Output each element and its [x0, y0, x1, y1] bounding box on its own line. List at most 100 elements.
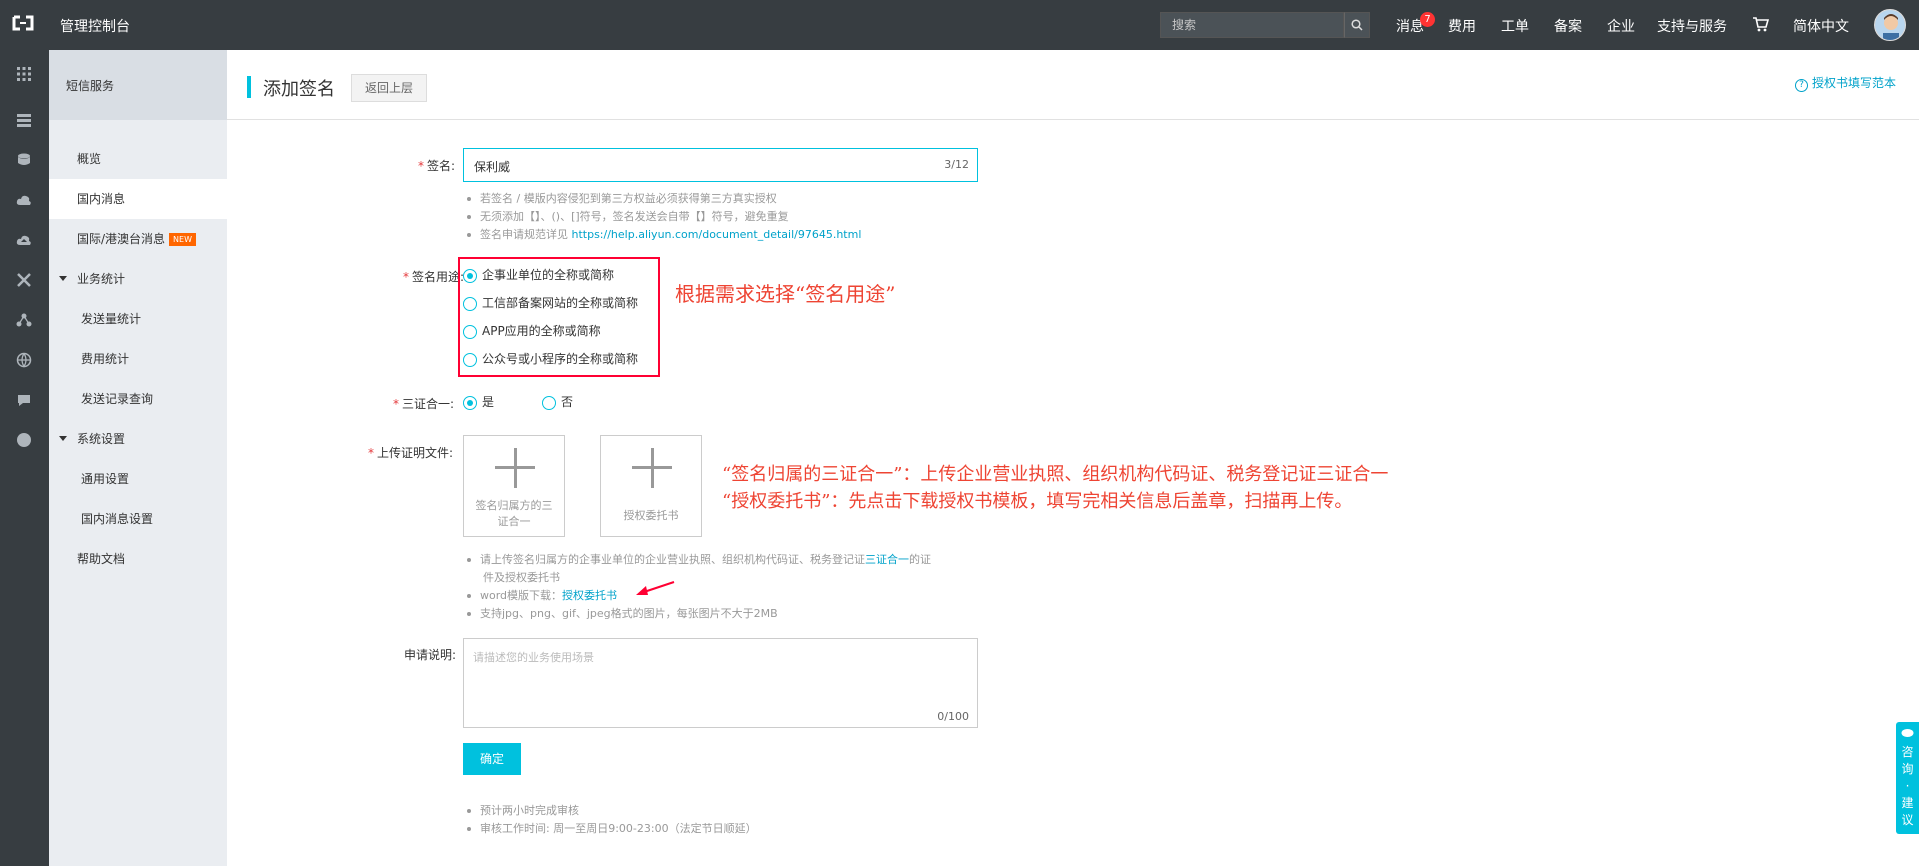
- search-box[interactable]: [1160, 12, 1344, 38]
- usage-option-official-account[interactable]: 公众号或小程序的全称或简称: [463, 350, 638, 367]
- page-title: 添加签名: [263, 79, 335, 100]
- menu-item-label: 帮助文档: [77, 552, 126, 566]
- description-placeholder: 请描述您的业务使用场景: [473, 651, 594, 664]
- usage-label: * 签名用途:: [403, 268, 464, 285]
- description-char-count: 0/100: [937, 710, 969, 723]
- radio-selected-icon[interactable]: [463, 268, 477, 283]
- cart-icon[interactable]: [1752, 16, 1769, 32]
- spec-link[interactable]: https://help.aliyun.com/document_detail/…: [572, 228, 862, 241]
- menu-item-send-records[interactable]: 发送记录查询: [49, 379, 227, 419]
- upload-annotation-1: “签名归属的三证合一”：上传企业营业执照、组织机构代码证、税务登记证三证合一: [722, 464, 1389, 485]
- signature-char-count: 3/12: [944, 158, 969, 171]
- upload-label: * 上传证明文件:: [368, 444, 453, 461]
- console-title[interactable]: 管理控制台: [60, 16, 130, 36]
- plus-icon: [651, 448, 654, 488]
- confirm-button[interactable]: 确定: [463, 743, 521, 775]
- upload-hint-1: 请上传签名归属方的企事业单位的企业营业执照、组织机构代码证、税务登记证三证合一的…: [467, 551, 931, 567]
- product-icon-strip: [0, 50, 49, 866]
- radio-label: APP应用的全称或简称: [482, 324, 601, 338]
- hint-text: 请上传签名归属方的企事业单位的企业营业执照、组织机构代码证、税务登记证: [480, 553, 865, 566]
- menu-item-general-settings[interactable]: 通用设置: [49, 459, 227, 499]
- signature-input[interactable]: 保利威 3/12: [463, 148, 978, 182]
- apps-grid-icon[interactable]: [16, 66, 32, 82]
- menu-item-label: 概览: [77, 152, 102, 166]
- tools-icon[interactable]: [16, 272, 32, 288]
- upload-authorization[interactable]: 授权委托书: [600, 435, 702, 537]
- hint-text: 预计两小时完成审核: [480, 804, 579, 817]
- side-menu-title: 短信服务: [66, 79, 115, 93]
- radio-icon[interactable]: [463, 324, 477, 339]
- nav-support[interactable]: 支持与服务: [1657, 16, 1727, 36]
- red-arrow-icon: [636, 581, 675, 595]
- menu-item-international[interactable]: 国际/港澳台消息 NEW: [49, 219, 227, 259]
- hint-text: 无须添加【】、()、[]符号，签名发送会自带【】符号，避免重复: [480, 210, 789, 223]
- usage-option-website[interactable]: 工信部备案网站的全称或简称: [463, 294, 638, 311]
- required-mark: *: [403, 270, 409, 284]
- side-menu-header: 短信服务: [49, 50, 227, 120]
- circle-icon[interactable]: [16, 432, 32, 448]
- globe-icon[interactable]: [16, 352, 32, 368]
- download-template-link[interactable]: 授权委托书: [562, 589, 617, 602]
- menu-group-stats[interactable]: 业务统计: [49, 259, 227, 299]
- description-textarea[interactable]: 请描述您的业务使用场景 0/100: [463, 638, 978, 728]
- radio-label: 企事业单位的全称或简称: [482, 268, 615, 282]
- menu-item-overview[interactable]: 概览: [49, 139, 227, 179]
- caret-down-icon: [59, 276, 67, 281]
- menu-group-settings[interactable]: 系统设置: [49, 419, 227, 459]
- nav-billing[interactable]: 费用: [1448, 16, 1476, 36]
- caret-down-icon: [59, 436, 67, 441]
- menu-item-label: 通用设置: [81, 472, 130, 486]
- usage-option-app[interactable]: APP应用的全称或简称: [463, 322, 601, 339]
- user-avatar[interactable]: [1874, 9, 1906, 41]
- search-input[interactable]: [1161, 13, 1341, 37]
- three-in-one-no[interactable]: 否: [542, 393, 573, 410]
- radio-selected-icon[interactable]: [463, 395, 477, 410]
- plus-icon: [514, 448, 517, 488]
- page-header: 添加签名 返回上层 ? 授权书填写范本: [227, 50, 1919, 120]
- nav-tickets[interactable]: 工单: [1501, 16, 1529, 36]
- nav-icp[interactable]: 备案: [1554, 16, 1582, 36]
- hint-text: 签名申请规范详见: [480, 228, 572, 241]
- database-icon[interactable]: [16, 152, 32, 168]
- top-bar: 管理控制台 消息 7 费用 工单 备案 企业 支持与服务 简体中文: [0, 0, 1919, 50]
- radio-icon[interactable]: [463, 352, 477, 367]
- upload-label-text: 上传证明文件:: [377, 446, 454, 460]
- usage-label-text: 签名用途:: [412, 270, 465, 284]
- network-icon[interactable]: [16, 312, 32, 328]
- server-icon[interactable]: [16, 112, 32, 128]
- hint-text: 支持jpg、png、gif、jpeg格式的图片，每张图片不大于2MB: [480, 607, 778, 620]
- menu-item-domestic[interactable]: 国内消息: [49, 179, 227, 219]
- cloud-icon[interactable]: [16, 192, 32, 208]
- three-in-one-yes[interactable]: 是: [463, 393, 494, 410]
- menu-item-label: 业务统计: [77, 272, 126, 286]
- radio-icon[interactable]: [463, 296, 477, 311]
- feedback-float-tab[interactable]: 咨询·建议: [1896, 722, 1919, 834]
- menu-item-cost-stats[interactable]: 费用统计: [49, 339, 227, 379]
- auth-template-link[interactable]: ? 授权书填写范本: [1795, 74, 1896, 92]
- signature-label: * 签名:: [418, 157, 455, 174]
- usage-option-enterprise[interactable]: 企事业单位的全称或简称: [463, 266, 614, 283]
- menu-item-domestic-settings[interactable]: 国内消息设置: [49, 499, 227, 539]
- signature-hint-2: 无须添加【】、()、[]符号，签名发送会自带【】符号，避免重复: [467, 208, 789, 224]
- aliyun-logo-icon[interactable]: [12, 14, 34, 32]
- required-mark: *: [368, 446, 374, 460]
- back-button[interactable]: 返回上层: [351, 74, 427, 102]
- cloud-upload-icon[interactable]: [16, 232, 32, 248]
- signature-label-text: 签名:: [427, 159, 456, 173]
- menu-item-label: 国际/港澳台消息: [77, 232, 166, 246]
- message-icon[interactable]: [16, 392, 32, 408]
- menu-item-help-docs[interactable]: 帮助文档: [49, 539, 227, 579]
- search-button[interactable]: [1344, 12, 1370, 38]
- feedback-tab-label: 咨询·建议: [1901, 745, 1914, 827]
- radio-icon[interactable]: [542, 395, 556, 410]
- chat-icon: [1901, 729, 1914, 737]
- nav-language[interactable]: 简体中文: [1793, 16, 1849, 36]
- signature-hint-1: 若签名 / 模版内容侵犯到第三方权益必须获得第三方真实授权: [467, 190, 777, 206]
- nav-enterprise[interactable]: 企业: [1607, 16, 1635, 36]
- question-icon: ?: [1795, 79, 1808, 92]
- menu-item-send-stats[interactable]: 发送量统计: [49, 299, 227, 339]
- upload-three-in-one[interactable]: 签名归属方的三证合一: [463, 435, 565, 537]
- three-in-one-link[interactable]: 三证合一: [865, 553, 909, 566]
- signature-hint-3: 签名申请规范详见 https://help.aliyun.com/documen…: [467, 226, 861, 242]
- message-count-badge: 7: [1420, 12, 1435, 27]
